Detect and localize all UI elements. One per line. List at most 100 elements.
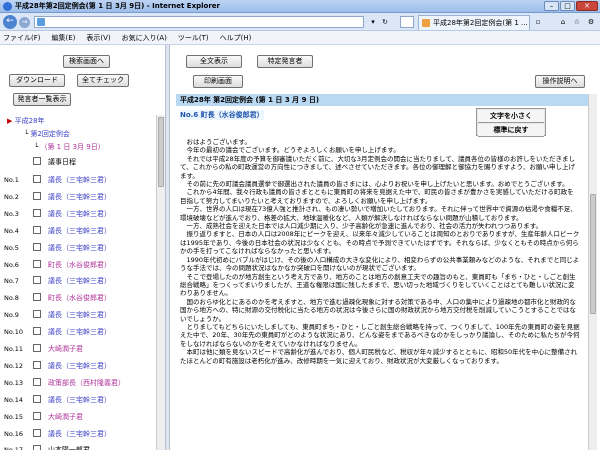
agenda-row[interactable]: 議事日程 [4,155,154,171]
download-button[interactable]: ダウンロード [9,74,65,87]
tree-session-label: 第2回定例会 [30,130,70,138]
show-all-button[interactable]: 全文表示 [186,55,242,68]
speaker-row-name[interactable]: 議長（三宅幹三君） [48,395,111,405]
speaker-row[interactable]: No.6 町長（水谷俊郎君） [4,258,154,274]
speaker-row-name[interactable]: 大崎潤子君 [48,344,83,354]
speaker-row-name[interactable]: 議長（三宅幹三君） [48,209,111,219]
tab-label: 平成28年第2回定例会(第 1 ... [433,19,528,27]
speaker-row[interactable]: No.11 大崎潤子君 [4,342,154,358]
speaker-row-checkbox[interactable] [33,428,41,437]
speaker-row[interactable]: No.3 議長（三宅幹三君） [4,207,154,223]
speaker-row-number: No.5 [4,243,19,252]
speaker-row-name[interactable]: 大崎潤子君 [48,412,83,422]
print-screen-button[interactable]: 印刷画面 [193,75,243,88]
speaker-bar: No.6 町長（水谷俊郎君） 文字を小さく 標準に戻す [176,106,588,137]
speaker-row-name[interactable]: 議長（三宅幹三君） [48,276,111,286]
font-reset-button[interactable]: 標準に戻す [478,124,544,137]
speaker-row-name[interactable]: 議長（三宅幹三君） [48,175,111,185]
search-box[interactable] [400,16,414,28]
speaker-row-name[interactable]: 山本陽一郎君 [48,445,90,450]
forward-button[interactable]: → [19,17,30,28]
speaker-row[interactable]: No.17 山本陽一郎君 [4,443,154,450]
speaker-row-name[interactable]: 議長（三宅幹三君） [48,429,111,439]
speaker-row-checkbox[interactable] [33,394,41,403]
menu-help[interactable]: ヘルプ(H) [220,33,252,43]
speaker-row[interactable]: No.14 議長（三宅幹三君） [4,393,154,409]
window-controls: – □ ✕ [544,1,598,11]
pane-divider[interactable] [165,45,170,450]
speaker-row-checkbox[interactable] [33,242,41,251]
refresh-icon[interactable]: ↻ [380,17,390,27]
speaker-row-checkbox[interactable] [33,360,41,369]
menu-tools[interactable]: ツール(T) [178,33,209,43]
speaker-row-name[interactable]: 議長（三宅幹三君） [48,192,111,202]
speaker-row-checkbox[interactable] [33,327,41,336]
speaker-row-checkbox[interactable] [33,225,41,234]
tab-favicon-icon [422,19,430,27]
back-button[interactable]: ← [3,15,17,29]
address-field[interactable] [34,16,364,28]
new-tab-icon[interactable]: ▫ [533,17,543,27]
home-icon[interactable]: ⌂ [558,17,568,27]
agenda-checkbox[interactable] [33,157,41,165]
speaker-row[interactable]: No.9 議長（三宅幹三君） [4,308,154,324]
speaker-row-checkbox[interactable] [33,377,41,386]
speaker-row-checkbox[interactable] [33,175,41,183]
browser-tab[interactable]: 平成28年第2回定例会(第 1 ... [418,15,530,30]
speaker-row-checkbox[interactable] [33,310,41,319]
speaker-row[interactable]: No.5 議長（三宅幹三君） [4,241,154,257]
speaker-row-name[interactable]: 町長（水谷俊郎君） [48,260,111,270]
speaker-row[interactable]: No.7 議長（三宅幹三君） [4,274,154,290]
speaker-row-checkbox[interactable] [33,293,41,302]
speaker-row[interactable]: No.13 政策部長（西村隆義君） [4,376,154,392]
close-button[interactable]: ✕ [576,1,598,11]
settings-gear-icon[interactable]: ⚙ [586,17,596,27]
specify-speaker-button[interactable]: 特定発言者 [257,55,313,68]
speaker-row-name[interactable]: 議長（三宅幹三君） [48,226,111,236]
speaker-row[interactable]: No.15 大崎潤子君 [4,410,154,426]
left-scrollbar[interactable] [156,115,165,450]
font-smaller-button[interactable]: 文字を小さく [478,110,544,123]
speaker-row-name[interactable]: 議長（三宅幹三君） [48,361,111,371]
speaker-row[interactable]: No.16 議長（三宅幹三君） [4,427,154,443]
speaker-row-checkbox[interactable] [33,259,41,268]
speaker-row[interactable]: No.8 町長（水谷俊郎君） [4,291,154,307]
speaker-row[interactable]: No.4 議長（三宅幹三君） [4,224,154,240]
speaker-row[interactable]: No.2 議長（三宅幹三君） [4,190,154,206]
tree-year-node[interactable]: ▶ 平成28年 [7,116,45,126]
speaker-row-name[interactable]: 議長（三宅幹三君） [48,243,111,253]
speaker-row[interactable]: No.1 議長（三宅幹三君） [4,173,154,189]
menu-favorites[interactable]: お気に入り(A) [122,33,167,43]
speaker-row[interactable]: No.12 議長（三宅幹三君） [4,359,154,375]
menu-edit[interactable]: 編集(E) [52,33,76,43]
speaker-row-number: No.16 [4,429,24,438]
maximize-button[interactable]: □ [560,1,575,11]
speaker-row-checkbox[interactable] [33,276,41,285]
minimize-button[interactable]: – [544,1,559,11]
tree-day-node[interactable]: └ （第 1 日 3月 9日） [34,142,105,152]
search-screen-button[interactable]: 検索画面へ [63,55,110,68]
menu-file[interactable]: ファイル(F) [3,33,41,43]
left-toolbar: 検索画面へ ダウンロード 全てチェック 発言者一覧表示 [0,45,165,115]
left-scroll-thumb[interactable] [158,117,164,187]
favorites-icon[interactable]: ☆ [572,17,582,27]
speaker-row-number: No.4 [4,226,19,235]
speaker-row-checkbox[interactable] [33,411,41,420]
menu-view[interactable]: 表示(V) [86,33,110,43]
speaker-row-checkbox[interactable] [33,344,41,352]
show-member-list-button[interactable]: 発言者一覧表示 [13,93,71,106]
tree-session-node[interactable]: └ 第2回定例会 [24,129,70,139]
right-scrollbar[interactable] [588,94,597,450]
speaker-row-checkbox[interactable] [33,208,41,217]
speaker-row-checkbox[interactable] [33,191,41,200]
speaker-row-checkbox[interactable] [33,445,41,450]
speaker-row-name[interactable]: 町長（水谷俊郎君） [48,293,111,303]
help-button[interactable]: 操作説明へ [535,75,585,88]
right-scroll-thumb[interactable] [590,194,596,314]
speaker-row-name[interactable]: 議長（三宅幹三君） [48,310,111,320]
search-dropdown-icon[interactable]: ▾ [368,17,378,27]
speaker-row-name[interactable]: 議長（三宅幹三君） [48,327,111,337]
speaker-row-name[interactable]: 政策部長（西村隆義君） [48,378,125,388]
speaker-row[interactable]: No.10 議長（三宅幹三君） [4,325,154,341]
check-all-button[interactable]: 全てチェック [77,74,129,87]
